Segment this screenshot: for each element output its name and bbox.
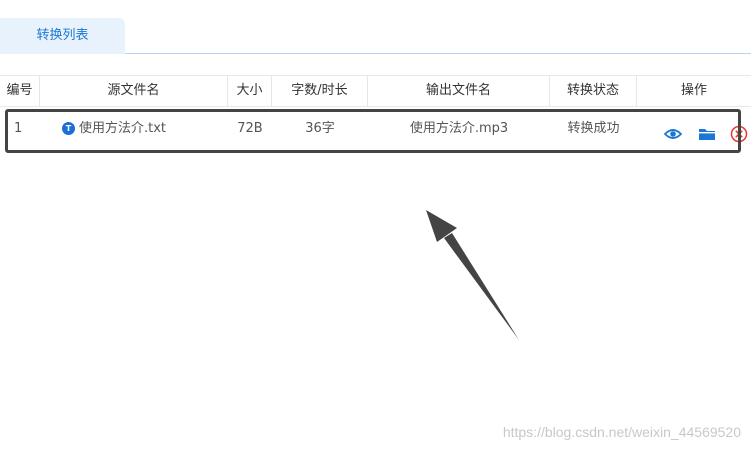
header-size: 大小 [228, 76, 272, 106]
header-index: 编号 [0, 76, 40, 106]
header-status: 转换状态 [550, 76, 637, 106]
conversion-table: 编号 源文件名 大小 字数/时长 输出文件名 转换状态 操作 1 T 使用方法介.… [0, 75, 751, 143]
table-row[interactable]: 1 T 使用方法介.txt 72B 36字 使用方法介.mp3 转换成功 [0, 107, 751, 151]
eye-icon [663, 129, 683, 139]
output-file-name: 使用方法介.mp3 [409, 121, 509, 136]
file-length: 36字 [305, 121, 335, 136]
delete-button[interactable] [729, 119, 749, 143]
preview-button[interactable] [663, 119, 683, 139]
header-actions: 操作 [680, 83, 707, 98]
row-index: 1 [14, 121, 23, 136]
tab-bar: 转换列表 [0, 0, 751, 54]
watermark: https://blog.csdn.net/weixin_44569520 [502, 424, 741, 440]
open-folder-button[interactable] [697, 119, 717, 140]
header-length: 字数/时长 [272, 76, 368, 106]
actions-cell [637, 107, 751, 151]
header-output-name: 输出文件名 [368, 76, 550, 106]
source-file-name: 使用方法介.txt [79, 121, 167, 136]
close-circle-icon [730, 125, 748, 143]
table-header: 编号 源文件名 大小 字数/时长 输出文件名 转换状态 操作 [0, 75, 751, 107]
source-file-cell: T 使用方法介.txt [62, 107, 228, 151]
annotation-arrow [426, 210, 519, 340]
folder-icon [699, 129, 715, 140]
conversion-status: 转换成功 [567, 121, 620, 136]
tab-conversion-list[interactable]: 转换列表 [0, 18, 125, 54]
text-file-icon: T [62, 122, 75, 135]
header-source-name: 源文件名 [40, 76, 228, 106]
file-size: 72B [237, 121, 263, 136]
